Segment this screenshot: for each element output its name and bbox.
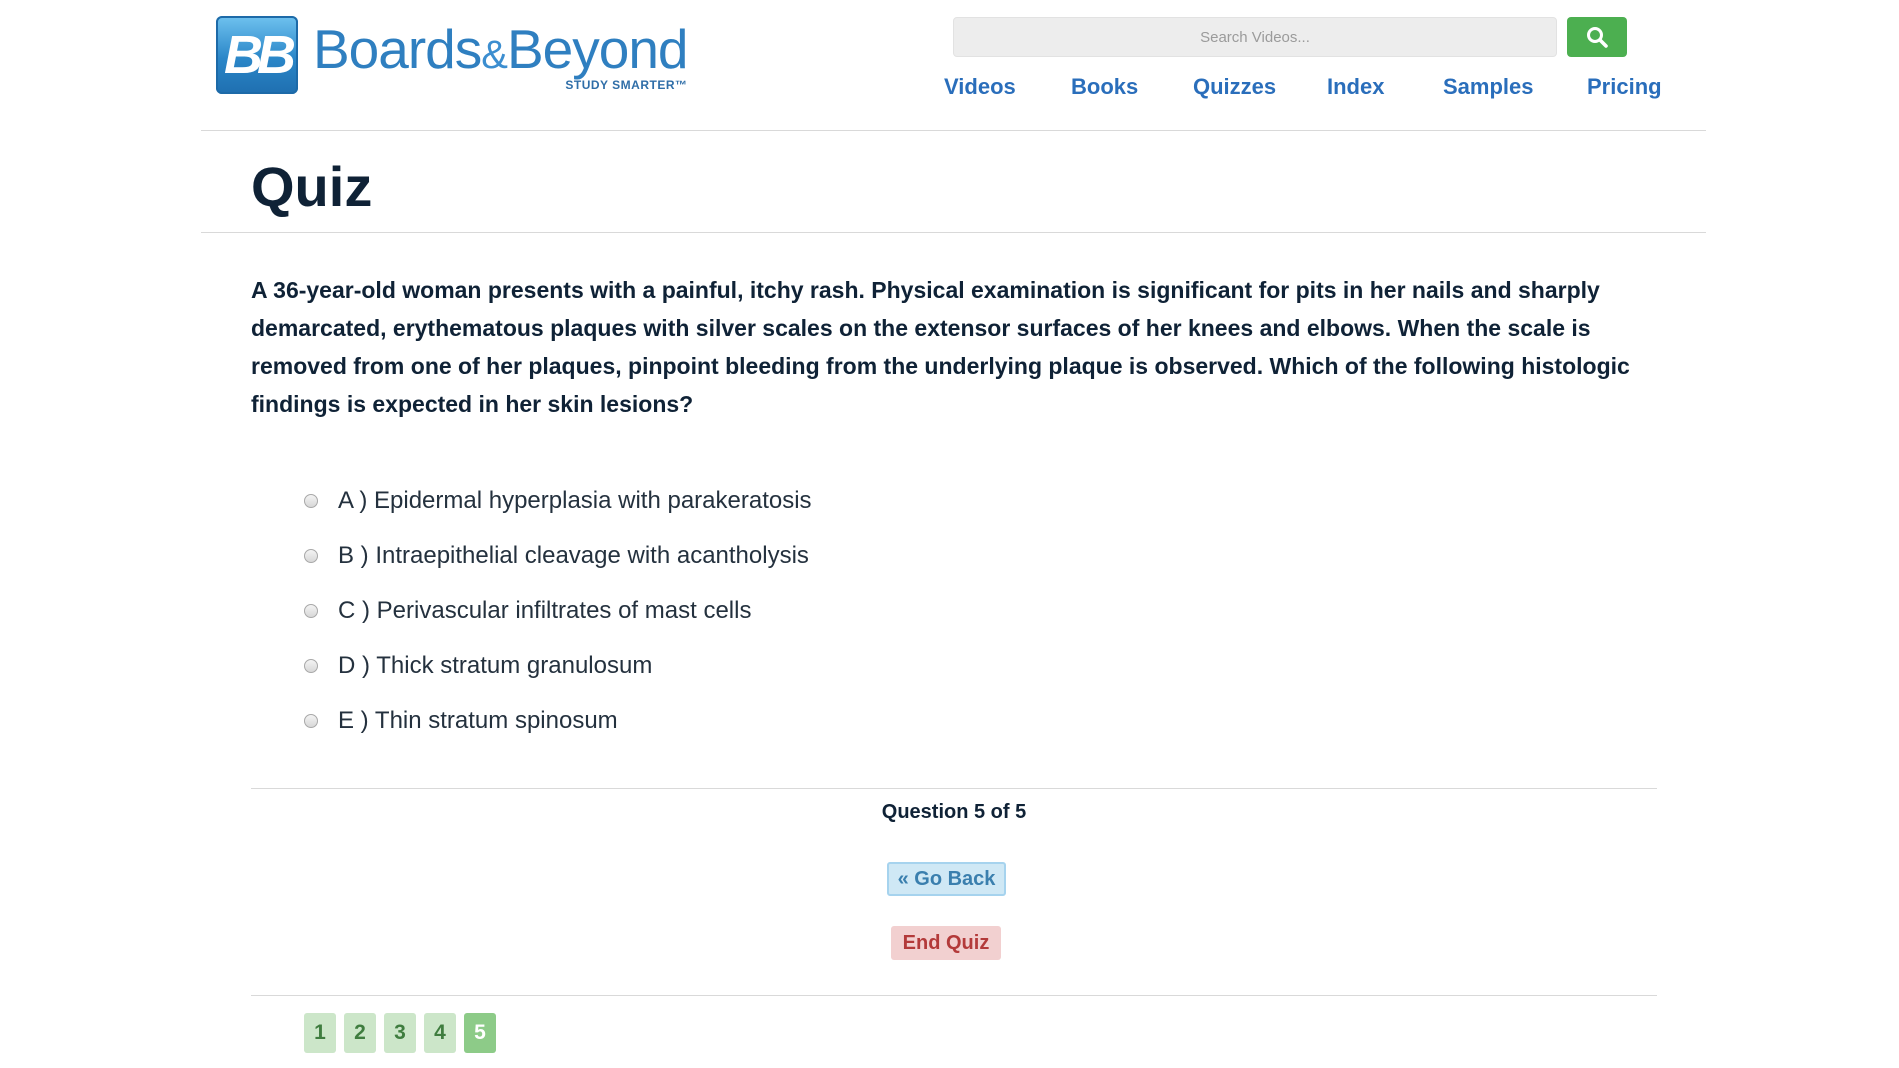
search-box bbox=[953, 17, 1557, 57]
question-counter: Question 5 of 5 bbox=[881, 801, 1027, 823]
page-button-2[interactable]: 2 bbox=[344, 1013, 376, 1053]
radio-button[interactable] bbox=[304, 714, 318, 728]
title-bar: Quiz bbox=[201, 130, 1706, 233]
page-title: Quiz bbox=[251, 155, 373, 218]
radio-button[interactable] bbox=[304, 659, 318, 673]
main-nav: Videos Books Quizzes Index Samples Prici… bbox=[201, 74, 1706, 104]
radio-button[interactable] bbox=[304, 549, 318, 563]
nav-item-index[interactable]: Index bbox=[1327, 74, 1384, 100]
page-button-1[interactable]: 1 bbox=[304, 1013, 336, 1053]
answer-option-a[interactable]: A ) Epidermal hyperplasia with parakerat… bbox=[304, 485, 812, 517]
answer-label: A ) Epidermal hyperplasia with parakerat… bbox=[338, 487, 812, 514]
question-text: A 36-year-old woman presents with a pain… bbox=[251, 277, 1630, 417]
answer-option-e[interactable]: E ) Thin stratum spinosum bbox=[304, 705, 618, 737]
answer-label: B ) Intraepithelial cleavage with acanth… bbox=[338, 542, 809, 569]
divider bbox=[251, 995, 1657, 996]
nav-item-quizzes[interactable]: Quizzes bbox=[1193, 74, 1276, 100]
answer-option-c[interactable]: C ) Perivascular infiltrates of mast cel… bbox=[304, 595, 751, 627]
answer-label: D ) Thick stratum granulosum bbox=[338, 652, 653, 679]
site-header: BB Boards&Beyond STUDY SMARTER™ Videos B… bbox=[201, 0, 1706, 131]
logo-brand-amp: & bbox=[481, 33, 508, 77]
answer-label: E ) Thin stratum spinosum bbox=[338, 707, 618, 734]
search-icon bbox=[1587, 27, 1608, 48]
nav-item-pricing[interactable]: Pricing bbox=[1587, 74, 1662, 100]
page-container: BB Boards&Beyond STUDY SMARTER™ Videos B… bbox=[201, 0, 1706, 1068]
search-input[interactable] bbox=[953, 17, 1557, 57]
page-button-4[interactable]: 4 bbox=[424, 1013, 456, 1053]
logo-brand-part1: Boards bbox=[313, 18, 482, 80]
nav-item-samples[interactable]: Samples bbox=[1443, 74, 1534, 100]
end-quiz-button[interactable]: End Quiz bbox=[891, 926, 1001, 960]
answer-option-d[interactable]: D ) Thick stratum granulosum bbox=[304, 650, 652, 682]
go-back-button[interactable]: « Go Back bbox=[887, 862, 1006, 896]
divider bbox=[251, 788, 1657, 789]
search-button[interactable] bbox=[1567, 17, 1627, 57]
logo-brand-part2: Beyond bbox=[506, 18, 689, 80]
page-button-5[interactable]: 5 bbox=[464, 1013, 496, 1053]
nav-item-videos[interactable]: Videos bbox=[944, 74, 1016, 100]
nav-item-books[interactable]: Books bbox=[1071, 74, 1138, 100]
page-button-3[interactable]: 3 bbox=[384, 1013, 416, 1053]
question-pagination: 1 2 3 4 5 bbox=[304, 1013, 504, 1053]
radio-button[interactable] bbox=[304, 604, 318, 618]
answer-option-b[interactable]: B ) Intraepithelial cleavage with acanth… bbox=[304, 540, 809, 572]
answer-label: C ) Perivascular infiltrates of mast cel… bbox=[338, 597, 752, 624]
radio-button[interactable] bbox=[304, 494, 318, 508]
